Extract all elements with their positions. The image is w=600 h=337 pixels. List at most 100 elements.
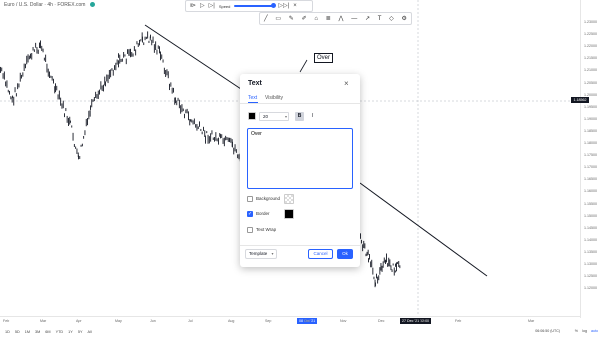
play-icon[interactable]: ▷ [200, 3, 205, 9]
candle [120, 58, 122, 63]
candle [23, 63, 25, 71]
percent-toggle[interactable]: % [575, 329, 578, 333]
candle [90, 105, 91, 110]
candle [191, 119, 193, 123]
brush-icon[interactable]: ✎ [289, 16, 294, 22]
utc-clock[interactable]: 06:06:50 (UTC) [535, 329, 560, 333]
candle [14, 87, 16, 93]
text-input[interactable]: Over [247, 128, 353, 189]
log-toggle[interactable]: log [582, 329, 587, 333]
text-wrap-checkbox[interactable] [247, 227, 253, 233]
range-button[interactable]: 1Y [68, 330, 73, 334]
ok-button[interactable]: Ok [337, 249, 353, 259]
cancel-button[interactable]: Cancel [308, 249, 333, 259]
candle [87, 118, 88, 126]
trendline-icon[interactable]: ╱ [264, 16, 268, 22]
candle [385, 260, 386, 265]
border-checkbox[interactable]: ✓ [247, 211, 253, 217]
replay-toolbar: ⧐ ▷ ▷| Speed ▷▷| × [185, 0, 313, 12]
step-forward-icon[interactable]: ▷| [209, 3, 215, 9]
range-button[interactable]: 1D [5, 330, 10, 334]
candle [103, 84, 104, 92]
settings-icon[interactable]: ⚙ [402, 16, 407, 22]
candle [119, 54, 121, 64]
price-tick: 1.22000 [584, 44, 597, 49]
speed-slider-handle[interactable] [271, 3, 277, 8]
time-axis[interactable]: 08 Oct '21 27 Dec '21 12:00 Feb Mar Apr May… [0, 316, 580, 324]
candle [157, 45, 159, 49]
candle [199, 121, 200, 127]
candle [391, 269, 393, 273]
text-color-swatch[interactable] [248, 112, 256, 120]
auto-toggle[interactable]: auto [591, 329, 598, 333]
range-button[interactable]: YTD [56, 330, 64, 334]
candle [376, 273, 377, 279]
chart-text-annotation[interactable]: Over [314, 53, 334, 63]
jump-to-realtime-icon[interactable]: ▷▷| [278, 3, 289, 9]
trend-line-lower[interactable] [359, 182, 488, 277]
arrow-icon[interactable]: ↗ [365, 16, 370, 22]
time-tick: Aug [228, 319, 235, 323]
candle [95, 91, 97, 98]
select-bar-icon[interactable]: ⧐ [190, 3, 196, 9]
candle [0, 66, 1, 73]
candle [130, 48, 131, 58]
shape-icon[interactable]: ◇ [389, 16, 394, 22]
close-replay-icon[interactable]: × [293, 3, 297, 9]
candle [216, 138, 218, 142]
time-tick: Feb [455, 319, 462, 323]
candle [35, 42, 37, 48]
candle [159, 46, 160, 54]
range-button[interactable]: 5Y [78, 330, 83, 334]
template-select[interactable]: Template ▾ [245, 249, 277, 259]
price-tick: 1.17500 [584, 153, 597, 158]
candle [62, 100, 64, 109]
candle [223, 137, 225, 147]
candle [171, 87, 173, 94]
speed-slider[interactable] [234, 3, 277, 8]
path-icon[interactable]: ⋀ [339, 16, 344, 22]
candle [60, 97, 62, 106]
candle [12, 95, 13, 98]
candle [101, 85, 103, 91]
range-button[interactable]: 1M [25, 330, 30, 334]
candle [368, 258, 369, 263]
close-icon[interactable]: × [344, 79, 349, 88]
bold-toggle[interactable]: B [295, 112, 304, 121]
tab-visibility[interactable]: Visibility [265, 95, 283, 101]
candle [132, 53, 134, 57]
candle [142, 36, 143, 43]
font-size-select[interactable]: 20 ▾ [259, 112, 289, 121]
background-checkbox[interactable] [247, 196, 253, 202]
candle [53, 78, 54, 84]
text-icon[interactable]: ⌂ [314, 16, 318, 22]
range-button[interactable]: All [87, 330, 91, 334]
price-tick: 1.16500 [584, 177, 597, 182]
candle [161, 54, 163, 59]
range-button[interactable]: 6M [45, 330, 50, 334]
tab-text[interactable]: Text [248, 95, 257, 101]
candle [200, 128, 202, 131]
candle [107, 74, 109, 84]
rectangle-icon[interactable]: ▭ [275, 16, 281, 22]
border-color-swatch[interactable] [284, 209, 294, 219]
candle [39, 42, 40, 49]
italic-toggle[interactable]: I [308, 112, 317, 121]
price-tick: 1.23000 [584, 20, 597, 24]
time-tick: Jul [188, 319, 193, 323]
candle [57, 94, 59, 100]
range-button[interactable]: 5D [15, 330, 20, 334]
price-tick: 1.13500 [584, 249, 597, 254]
background-color-swatch[interactable] [284, 194, 294, 204]
pencil-icon[interactable]: ✐ [302, 16, 307, 22]
pin-icon[interactable]: T [378, 16, 382, 22]
price-tick: 1.22500 [584, 32, 597, 37]
price-axis[interactable]: 1.23000 1.22500 1.22000 1.21500 1.21000 1.205… [580, 0, 600, 318]
candle [383, 257, 385, 263]
range-button[interactable]: 3M [35, 330, 40, 334]
candle [121, 58, 123, 62]
candle [153, 44, 155, 53]
horizontal-line-icon[interactable]: — [351, 16, 357, 22]
candle [372, 267, 374, 275]
fib-icon[interactable]: ≣ [326, 16, 331, 22]
